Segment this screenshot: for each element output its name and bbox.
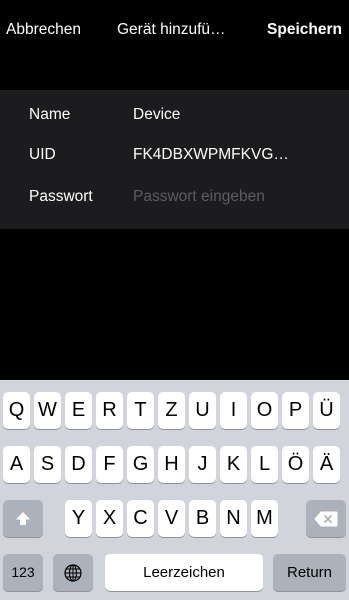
- navigation-bar: Abbrechen Gerät hinzufü… Speichern: [0, 0, 349, 90]
- backspace-key[interactable]: [306, 500, 346, 537]
- key-ue[interactable]: Ü: [313, 392, 340, 429]
- key-e[interactable]: E: [65, 392, 92, 429]
- save-button[interactable]: Speichern: [267, 21, 342, 39]
- device-form: Name Device UID FK4DBXWPMFKVG… Passwort …: [0, 90, 349, 229]
- key-oe[interactable]: Ö: [282, 446, 309, 483]
- password-row[interactable]: Passwort Passwort eingeben: [0, 175, 349, 219]
- cancel-button[interactable]: Abbrechen: [6, 21, 81, 39]
- empty-area: [0, 229, 349, 380]
- key-o[interactable]: O: [251, 392, 278, 429]
- key-w[interactable]: W: [34, 392, 61, 429]
- page-title: Gerät hinzufü…: [117, 21, 226, 38]
- key-k[interactable]: K: [220, 446, 247, 483]
- key-c[interactable]: C: [127, 500, 154, 537]
- return-key[interactable]: Return: [273, 554, 346, 591]
- name-label: Name: [29, 106, 71, 123]
- uid-field[interactable]: FK4DBXWPMFKVG…: [133, 146, 289, 164]
- key-q[interactable]: Q: [3, 392, 30, 429]
- key-z[interactable]: Z: [158, 392, 185, 429]
- password-field[interactable]: Passwort eingeben: [133, 188, 265, 206]
- name-field[interactable]: Device: [133, 106, 180, 124]
- shift-arrow-icon: [16, 511, 30, 525]
- name-row[interactable]: Name Device: [0, 93, 349, 137]
- key-v[interactable]: V: [158, 500, 185, 537]
- key-g[interactable]: G: [127, 446, 154, 483]
- backspace-icon: [314, 511, 338, 526]
- key-ae[interactable]: Ä: [313, 446, 340, 483]
- globe-icon: [64, 563, 82, 582]
- key-l[interactable]: L: [251, 446, 278, 483]
- globe-key[interactable]: [53, 554, 93, 591]
- key-j[interactable]: J: [189, 446, 216, 483]
- key-h[interactable]: H: [158, 446, 185, 483]
- key-y[interactable]: Y: [65, 500, 92, 537]
- password-label: Passwort: [29, 188, 93, 205]
- shift-key[interactable]: [3, 500, 43, 537]
- uid-label: UID: [29, 146, 56, 163]
- key-p[interactable]: P: [282, 392, 309, 429]
- key-d[interactable]: D: [65, 446, 92, 483]
- key-s[interactable]: S: [34, 446, 61, 483]
- key-m[interactable]: M: [251, 500, 278, 537]
- key-u[interactable]: U: [189, 392, 216, 429]
- keyboard: Q W E R T Z U I O P Ü A S D F G H J K L …: [0, 380, 349, 600]
- key-a[interactable]: A: [3, 446, 30, 483]
- key-f[interactable]: F: [96, 446, 123, 483]
- key-r[interactable]: R: [96, 392, 123, 429]
- key-b[interactable]: B: [189, 500, 216, 537]
- key-x[interactable]: X: [96, 500, 123, 537]
- key-n[interactable]: N: [220, 500, 247, 537]
- numbers-key[interactable]: 123: [3, 554, 43, 591]
- space-key[interactable]: Leerzeichen: [105, 554, 263, 591]
- key-i[interactable]: I: [220, 392, 247, 429]
- uid-row[interactable]: UID FK4DBXWPMFKVG…: [0, 133, 349, 177]
- key-t[interactable]: T: [127, 392, 154, 429]
